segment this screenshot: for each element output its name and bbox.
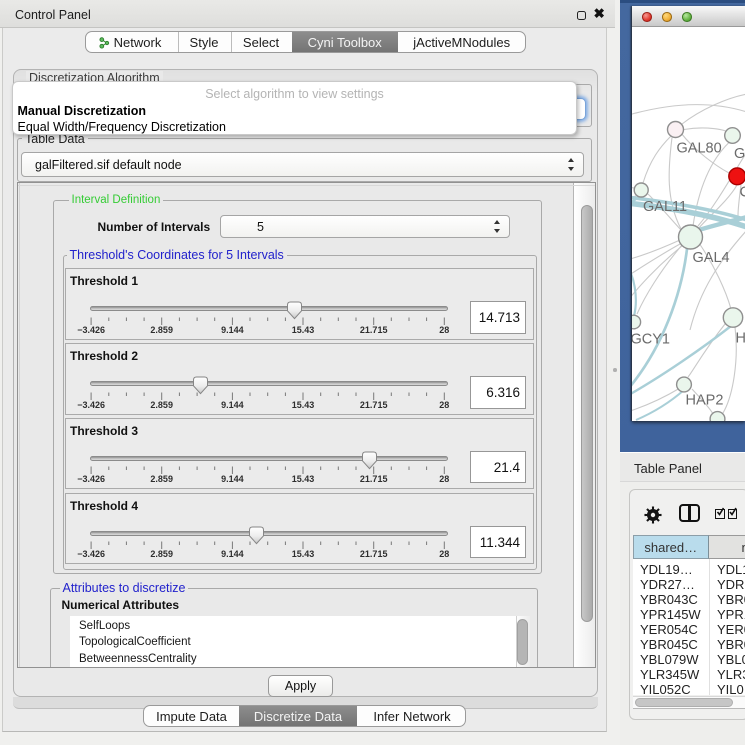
svg-text:C: C bbox=[740, 185, 745, 201]
svg-text:GAL80: GAL80 bbox=[677, 141, 722, 157]
svg-text:GAL4: GAL4 bbox=[693, 250, 730, 266]
svg-text:GA: GA bbox=[734, 146, 745, 162]
svg-text:HAP2: HAP2 bbox=[686, 393, 724, 409]
svg-text:GAL11: GAL11 bbox=[643, 199, 687, 215]
svg-text:GCY1: GCY1 bbox=[632, 332, 670, 348]
svg-text:H: H bbox=[736, 331, 745, 347]
